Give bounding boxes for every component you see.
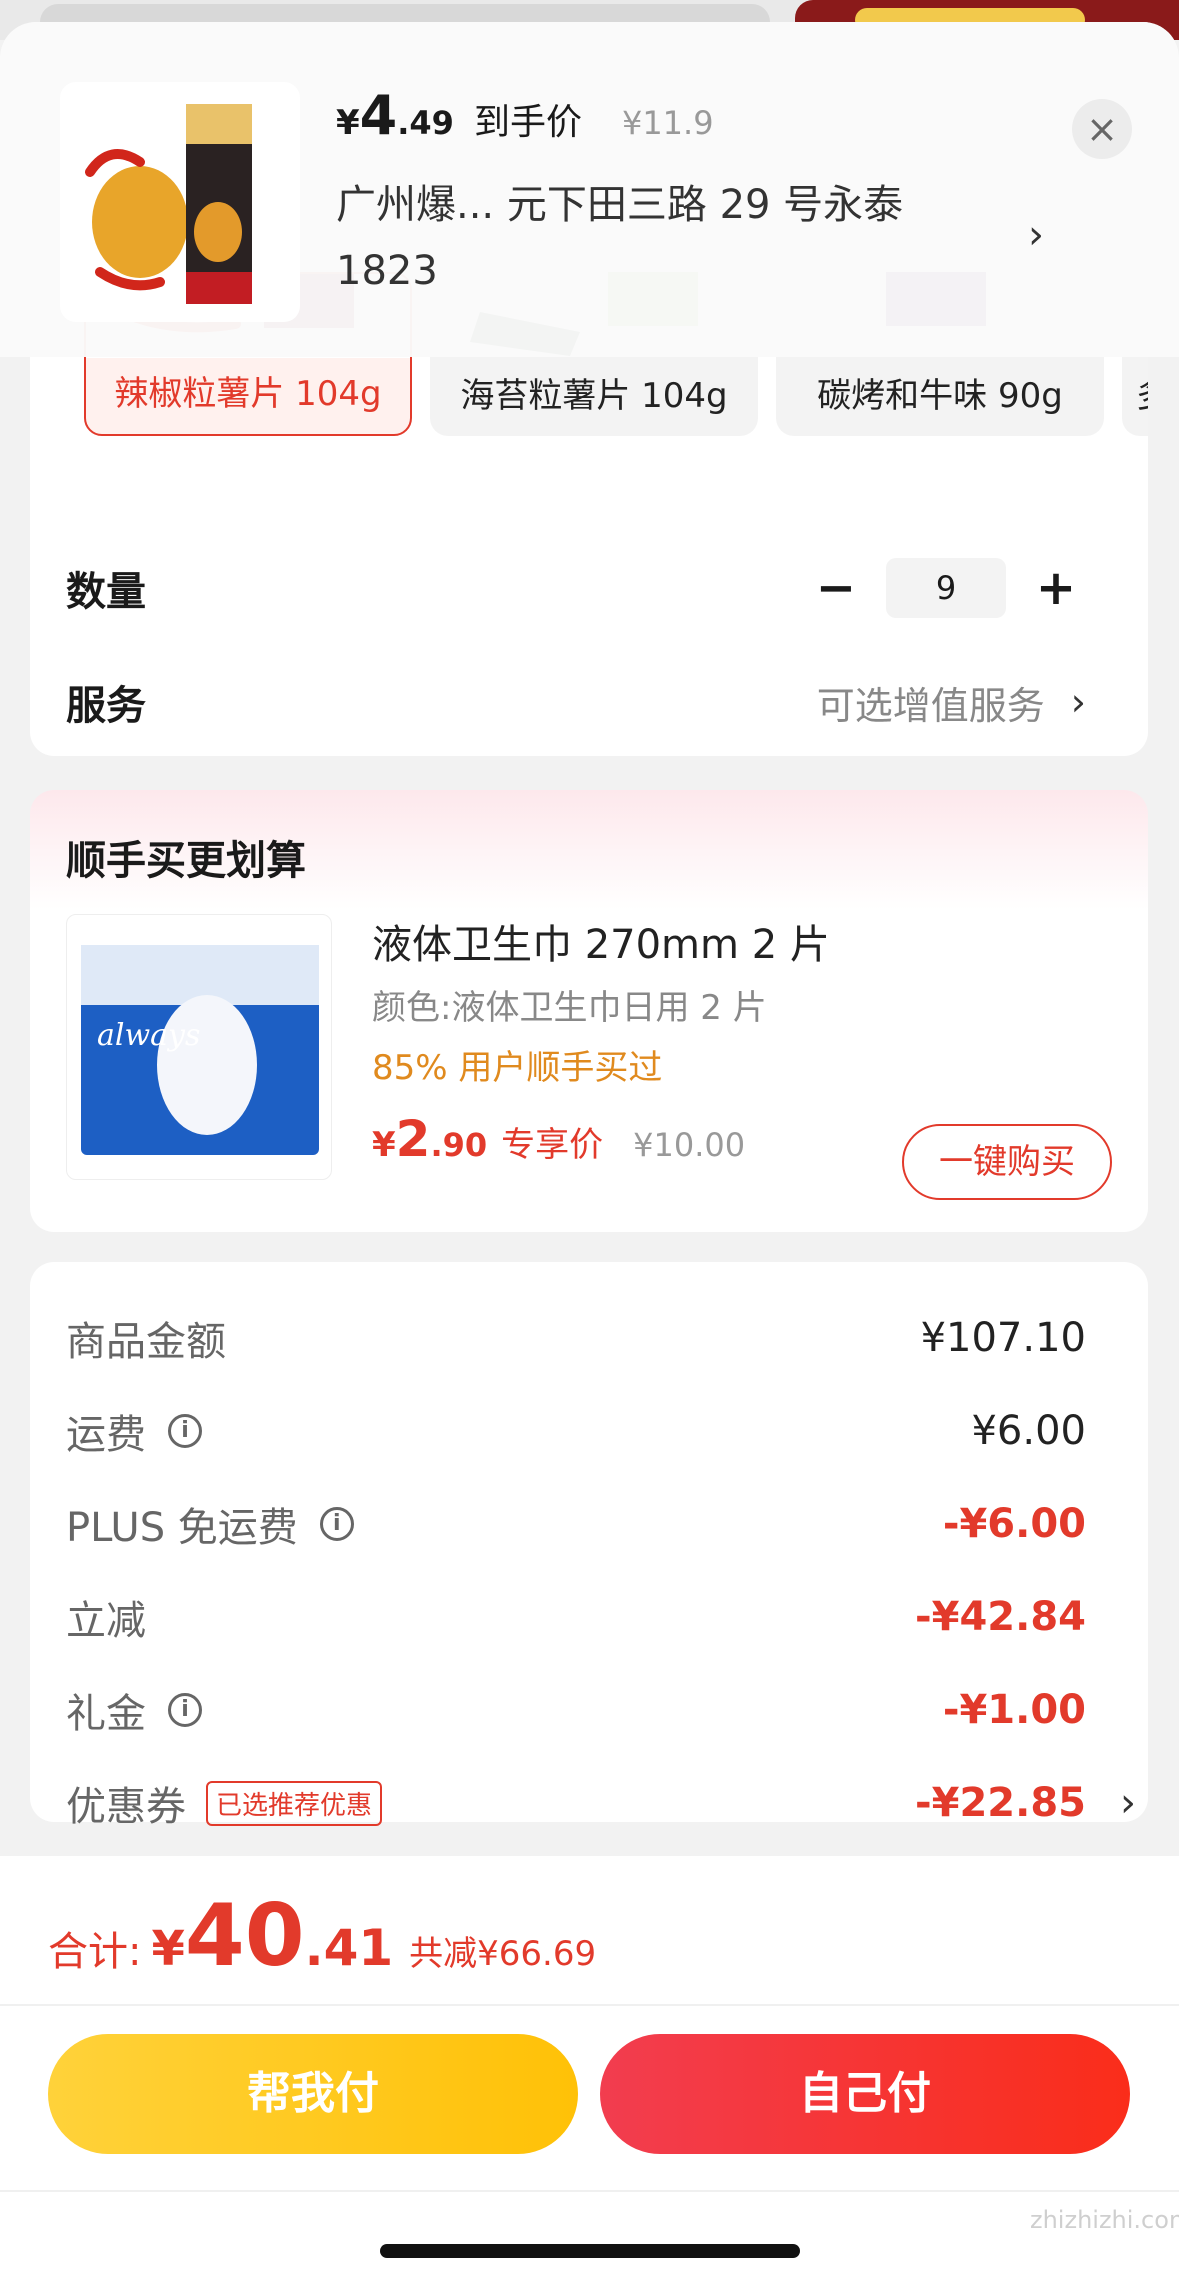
close-icon: × bbox=[1086, 107, 1118, 151]
addon-bought-stat: 85% 用户顺手买过 bbox=[372, 1048, 663, 1088]
fee-label: 立减 bbox=[66, 1598, 146, 1644]
total-reduction: 共减¥66.69 bbox=[409, 1934, 597, 1974]
fee-label: 礼金 bbox=[66, 1691, 146, 1737]
fee-row-coupon[interactable]: 优惠券 已选推荐优惠 -¥22.85 › bbox=[66, 1773, 1136, 1833]
price-decimal: .49 bbox=[397, 104, 454, 142]
addon-price-integer: 2 bbox=[395, 1110, 431, 1168]
home-indicator[interactable] bbox=[380, 2244, 800, 2258]
quantity-stepper: − 9 + bbox=[806, 558, 1086, 618]
watermark: zhizhizhi.com bbox=[1030, 2206, 1179, 2234]
quantity-label: 数量 bbox=[66, 569, 146, 615]
total-yen: ¥ bbox=[151, 1921, 185, 1977]
divider bbox=[0, 2190, 1179, 2192]
product-summary-header: ¥ 4 .49 到手价 ¥11.9 广州爆... 元下田三路 29 号永泰 18… bbox=[0, 22, 1179, 357]
variant-label: 辣椒粒薯片 104g bbox=[114, 374, 382, 414]
chevron-right-icon[interactable]: › bbox=[1120, 1780, 1136, 1826]
variant-label: 海苔粒薯片 104g bbox=[460, 376, 728, 416]
addon-product-image[interactable]: always bbox=[66, 914, 332, 1180]
original-price: ¥11.9 bbox=[621, 104, 714, 142]
addon-price-label: 专享价 bbox=[501, 1125, 604, 1165]
minus-button[interactable]: − bbox=[806, 560, 866, 616]
checkout-footer: 合计: ¥ 40 .41 共减¥66.69 帮我付 自己付 zhizhizhi.… bbox=[0, 1856, 1179, 2272]
pay-for-me-button[interactable]: 帮我付 bbox=[48, 2034, 578, 2154]
quantity-input[interactable]: 9 bbox=[886, 558, 1006, 618]
fee-row-gift-money: 礼金 i -¥1.00 bbox=[66, 1680, 1086, 1740]
info-icon[interactable]: i bbox=[168, 1414, 202, 1448]
addon-original-price: ¥10.00 bbox=[633, 1126, 746, 1164]
addon-card: 顺手买更划算 always 液体卫生巾 270mm 2 片 颜色:液体卫生巾日用… bbox=[30, 790, 1148, 1232]
total-label: 合计: bbox=[48, 1929, 142, 1975]
fee-row-instant-discount: 立减 -¥42.84 bbox=[66, 1587, 1086, 1647]
fee-label: 运费 bbox=[66, 1412, 146, 1458]
brand-logo-text: always bbox=[97, 1018, 200, 1053]
purchase-sheet: 辣椒粒薯片 104g 海苔粒薯片 104g 碳烤和牛味 90g 多 数量 bbox=[0, 22, 1179, 2272]
fee-value: ¥107.10 bbox=[920, 1315, 1086, 1361]
total-integer: 40 bbox=[184, 1886, 305, 1986]
service-value-text: 可选增值服务 bbox=[816, 683, 1045, 728]
fee-value: -¥42.84 bbox=[915, 1594, 1086, 1640]
close-button[interactable]: × bbox=[1072, 99, 1132, 159]
fee-label-wrap: 优惠券 已选推荐优惠 bbox=[66, 1774, 383, 1832]
info-icon[interactable]: i bbox=[168, 1693, 202, 1727]
fee-label-wrap: 运费 i bbox=[66, 1402, 202, 1460]
fee-label: PLUS 免运费 bbox=[66, 1505, 298, 1551]
fee-row-goods-amount: 商品金额 ¥107.10 bbox=[66, 1308, 1086, 1368]
info-icon[interactable]: i bbox=[319, 1507, 354, 1541]
fee-label: 商品金额 bbox=[66, 1319, 226, 1365]
fee-value: -¥22.85 bbox=[915, 1780, 1086, 1826]
service-row[interactable]: 服务 可选增值服务 › bbox=[66, 672, 1116, 732]
quantity-row: 数量 − 9 + bbox=[66, 558, 1116, 618]
chevron-right-icon[interactable]: › bbox=[1028, 212, 1044, 258]
variant-label: 多 bbox=[1122, 356, 1148, 436]
product-thumbnail bbox=[60, 82, 300, 322]
service-value[interactable]: 可选增值服务 › bbox=[817, 672, 1086, 732]
fee-value: -¥1.00 bbox=[942, 1687, 1086, 1733]
fee-breakdown-card: 商品金额 ¥107.10 运费 i ¥6.00 PLUS 免运费 i -¥6.00 … bbox=[30, 1262, 1148, 1830]
addon-price: ¥ 2 .90 专享价 ¥10.00 bbox=[372, 1110, 745, 1168]
addon-title: 顺手买更划算 bbox=[66, 838, 306, 884]
price-line: ¥ 4 .49 到手价 ¥11.9 bbox=[336, 84, 714, 147]
addon-product-spec: 颜色:液体卫生巾日用 2 片 bbox=[372, 988, 767, 1028]
delivery-address[interactable]: 广州爆... 元下田三路 29 号永泰 1823 bbox=[336, 172, 976, 304]
fee-label: 优惠券 bbox=[66, 1784, 186, 1830]
variant-label: 碳烤和牛味 90g bbox=[817, 376, 1063, 416]
addon-price-decimal: .90 bbox=[430, 1126, 488, 1164]
fee-value: ¥6.00 bbox=[971, 1408, 1086, 1454]
price-yen: ¥ bbox=[336, 103, 360, 143]
plus-button[interactable]: + bbox=[1026, 560, 1086, 616]
fee-label-wrap: PLUS 免运费 i bbox=[66, 1495, 354, 1553]
price-integer: 4 bbox=[359, 84, 398, 147]
divider bbox=[0, 2004, 1179, 2006]
fee-label-wrap: 礼金 i bbox=[66, 1681, 202, 1739]
fee-value: -¥6.00 bbox=[942, 1501, 1086, 1547]
service-label: 服务 bbox=[66, 683, 146, 729]
addon-product-name[interactable]: 液体卫生巾 270mm 2 片 bbox=[372, 912, 830, 970]
price-label: 到手价 bbox=[473, 102, 582, 143]
one-click-buy-button[interactable]: 一键购买 bbox=[902, 1124, 1112, 1200]
total-decimal: .41 bbox=[304, 1919, 394, 1977]
coupon-badge: 已选推荐优惠 bbox=[206, 1780, 383, 1826]
chevron-right-icon: › bbox=[1070, 680, 1086, 724]
addon-price-yen: ¥ bbox=[372, 1125, 396, 1165]
total-line: 合计: ¥ 40 .41 共减¥66.69 bbox=[48, 1886, 596, 1986]
pay-myself-button[interactable]: 自己付 bbox=[600, 2034, 1130, 2154]
fee-row-shipping: 运费 i ¥6.00 bbox=[66, 1401, 1086, 1461]
fee-row-plus-free-shipping: PLUS 免运费 i -¥6.00 bbox=[66, 1494, 1086, 1554]
